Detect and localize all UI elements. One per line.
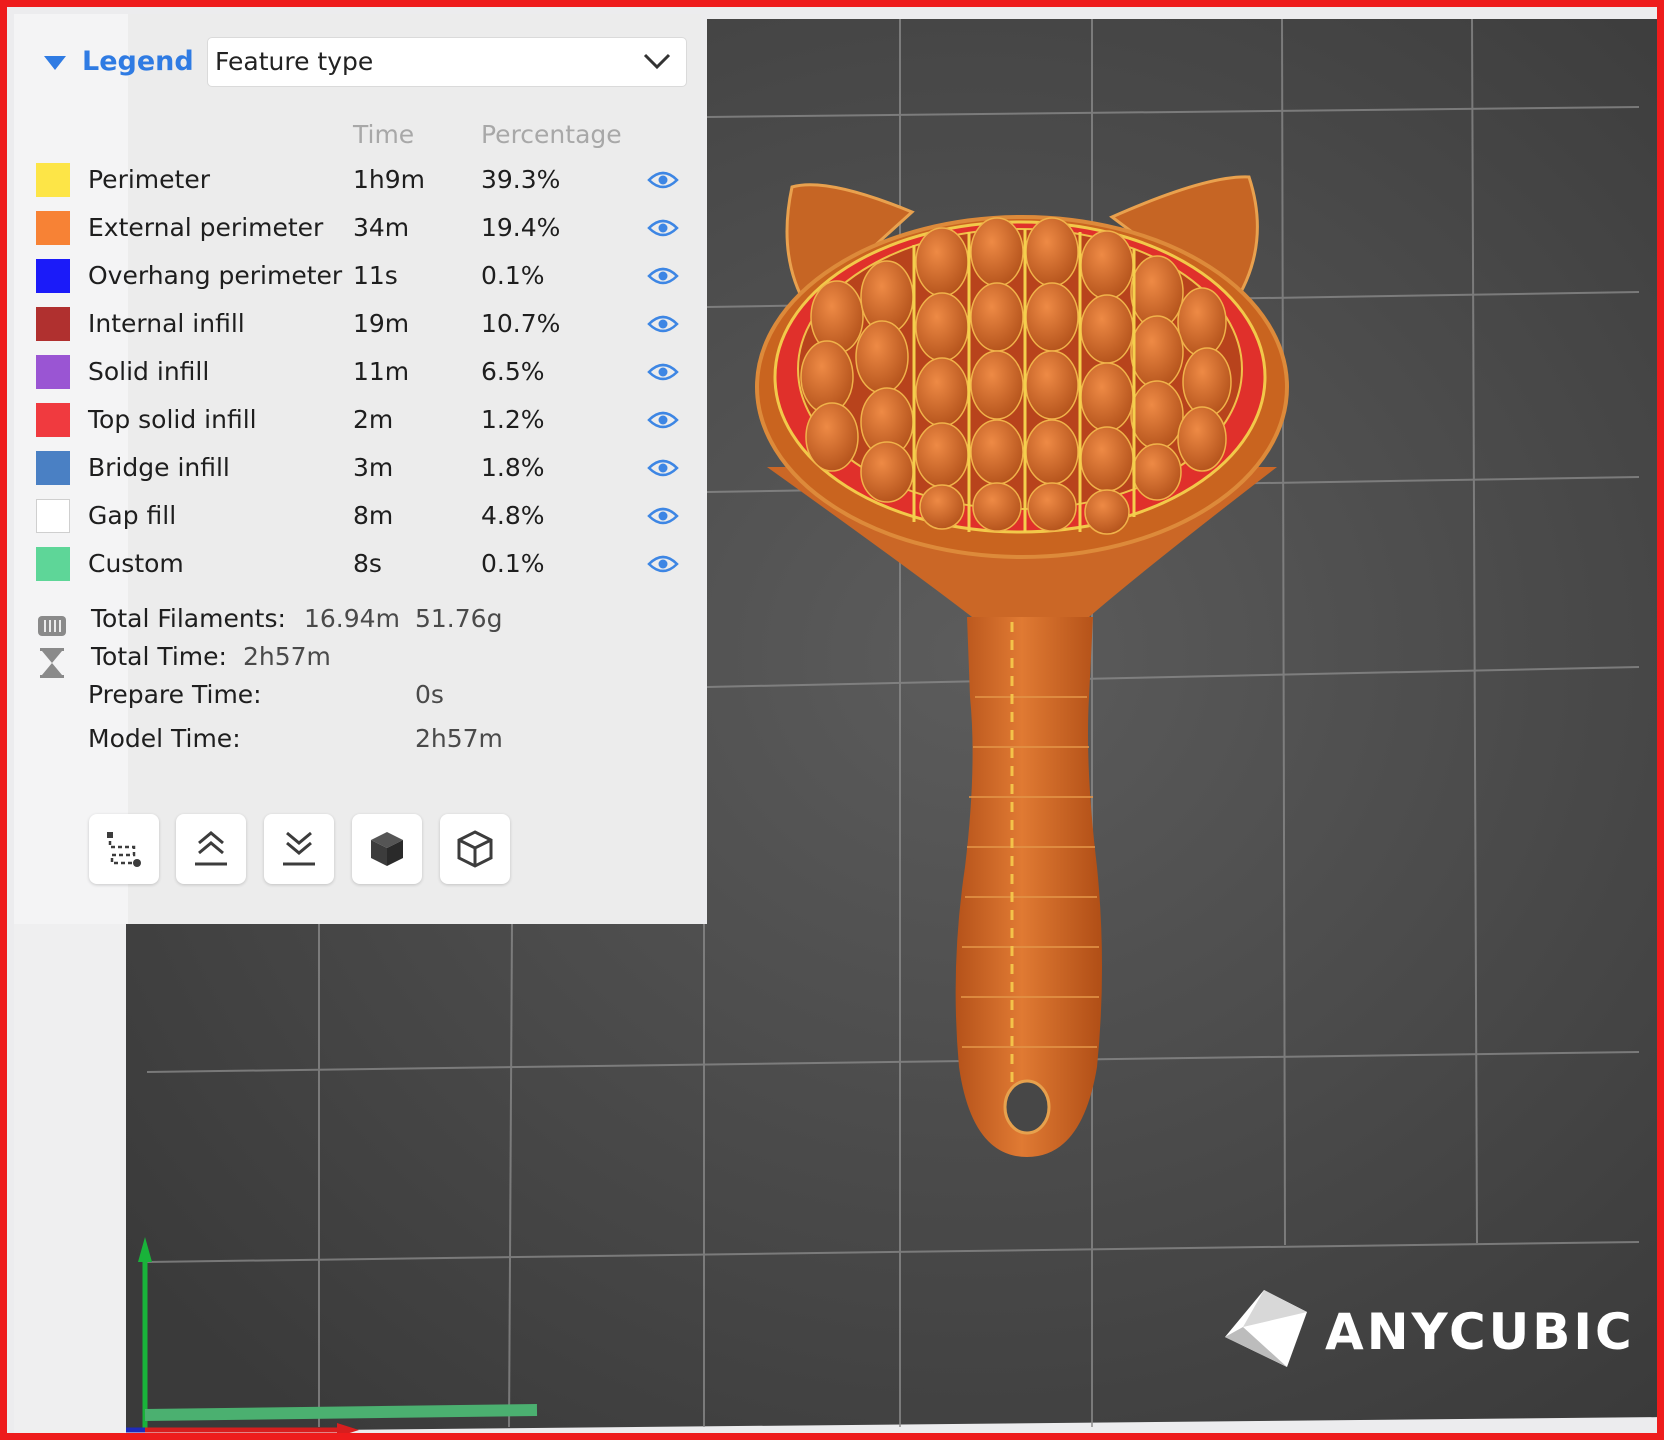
feature-name: Internal infill (88, 309, 245, 338)
feature-name: Custom (88, 549, 184, 578)
feature-time: 3m (353, 453, 394, 482)
legend-row: Custom 8s 0.1% (14, 547, 701, 593)
feature-percentage: 19.4% (481, 213, 561, 242)
feature-percentage: 1.8% (481, 453, 545, 482)
total-time-label: Total Time: (91, 642, 227, 671)
view-type-dropdown[interactable]: Feature type (207, 37, 687, 87)
wire-cube-icon (457, 830, 493, 868)
feature-time: 34m (353, 213, 410, 242)
feature-percentage: 1.2% (481, 405, 545, 434)
feature-time: 1h9m (353, 165, 426, 194)
collapse-up-icon (195, 831, 227, 866)
total-time-value: 2h57m (243, 642, 331, 671)
feature-name: Perimeter (88, 165, 210, 194)
legend-row: Internal infill 19m 10.7% (14, 307, 701, 353)
eye-icon[interactable] (647, 313, 679, 335)
feature-percentage: 0.1% (481, 549, 545, 578)
left-strip (14, 924, 126, 1433)
col-header-percentage: Percentage (481, 120, 622, 149)
legend-row: Top solid infill 2m 1.2% (14, 403, 701, 449)
solid-view-tool[interactable] (352, 814, 422, 884)
feature-time: 8m (353, 501, 394, 530)
legend-row: Overhang perimeter 11s 0.1% (14, 259, 701, 305)
solid-cube-icon (371, 832, 403, 866)
legend-panel: Legend Feature type Time Percentage Peri… (14, 14, 701, 924)
color-swatch (36, 307, 70, 341)
collapse-arrow-icon[interactable] (44, 56, 66, 70)
eye-icon[interactable] (647, 505, 679, 527)
color-swatch (36, 403, 70, 437)
feature-percentage: 4.8% (481, 501, 545, 530)
color-swatch (36, 451, 70, 485)
eye-icon[interactable] (647, 169, 679, 191)
hourglass-icon (40, 648, 64, 678)
total-filaments-weight: 51.76g (415, 604, 503, 633)
eye-icon[interactable] (647, 265, 679, 287)
col-header-time: Time (353, 120, 415, 149)
eye-icon[interactable] (647, 457, 679, 479)
feature-name: External perimeter (88, 213, 324, 242)
color-swatch (36, 163, 70, 197)
feature-percentage: 6.5% (481, 357, 545, 386)
legend-row: Solid infill 11m 6.5% (14, 355, 701, 401)
color-swatch (36, 355, 70, 389)
feature-name: Top solid infill (88, 405, 257, 434)
eye-icon[interactable] (647, 361, 679, 383)
hanging-hole (1003, 1079, 1051, 1135)
chevron-down-icon (643, 53, 671, 70)
top-layer-tool[interactable] (176, 814, 246, 884)
color-swatch (36, 259, 70, 293)
legend-row: Bridge infill 3m 1.8% (14, 451, 701, 497)
feature-time: 11s (353, 261, 398, 290)
legend-row: External perimeter 34m 19.4% (14, 211, 701, 257)
total-filaments-label: Total Filaments: (91, 604, 286, 633)
feature-time: 11m (353, 357, 410, 386)
feature-name: Solid infill (88, 357, 210, 386)
filament-icon (38, 616, 66, 636)
color-swatch (36, 211, 70, 245)
travel-path-tool[interactable] (89, 814, 159, 884)
prepare-time-label: Prepare Time: (88, 680, 262, 709)
travel-path-icon (107, 832, 141, 867)
view-type-value: Feature type (215, 47, 374, 76)
eye-icon[interactable] (647, 217, 679, 239)
bottom-layer-tool[interactable] (264, 814, 334, 884)
color-swatch (36, 547, 70, 581)
total-filaments-length: 16.94m (304, 604, 400, 633)
feature-name: Bridge infill (88, 453, 230, 482)
collapse-down-icon (283, 831, 315, 866)
feature-time: 19m (353, 309, 410, 338)
eye-icon[interactable] (647, 409, 679, 431)
brand-logo-text: ANYCUBIC (1325, 1303, 1635, 1361)
feature-percentage: 0.1% (481, 261, 545, 290)
feature-name: Overhang perimeter (88, 261, 343, 290)
model-time-value: 2h57m (415, 724, 503, 753)
eye-icon[interactable] (647, 553, 679, 575)
legend-row: Gap fill 8m 4.8% (14, 499, 701, 545)
model-time-label: Model Time: (88, 724, 241, 753)
feature-time: 8s (353, 549, 382, 578)
wireframe-view-tool[interactable] (440, 814, 510, 884)
feature-time: 2m (353, 405, 394, 434)
legend-row: Perimeter 1h9m 39.3% (14, 163, 701, 209)
feature-name: Gap fill (88, 501, 177, 530)
legend-title[interactable]: Legend (82, 46, 194, 77)
feature-percentage: 39.3% (481, 165, 561, 194)
app-frame: Legend Feature type Time Percentage Peri… (0, 0, 1664, 1440)
feature-percentage: 10.7% (481, 309, 561, 338)
color-swatch (36, 499, 70, 533)
prepare-time-value: 0s (415, 680, 444, 709)
